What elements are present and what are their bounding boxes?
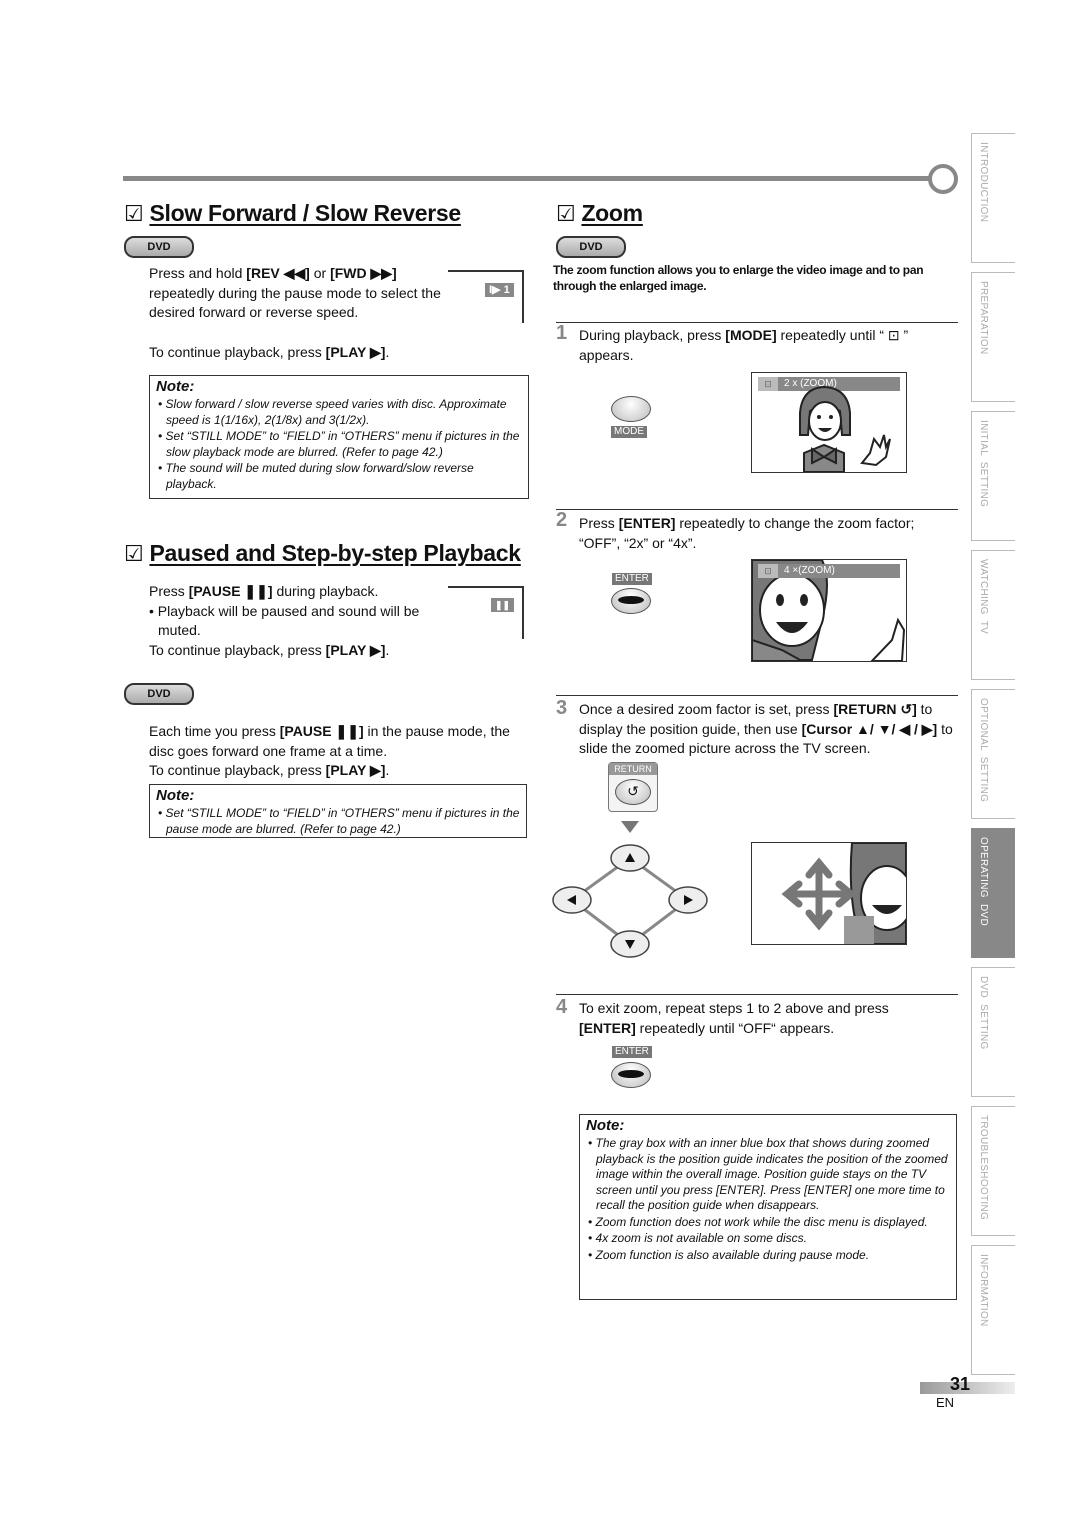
cursor-right-button[interactable] — [668, 886, 708, 914]
pause-osd-indicator: ❚❚ — [491, 598, 515, 612]
return-label: RETURN — [609, 763, 657, 775]
note-item: • The sound will be muted during slow fo… — [158, 461, 474, 491]
pause-osd-screen — [448, 586, 524, 639]
language-code: EN — [936, 1395, 955, 1410]
note-item: • Set “STILL MODE” to “FIELD” in “OTHERS… — [158, 806, 520, 836]
slow-note-box: Note: • Slow forward / slow reverse spee… — [149, 375, 529, 499]
arrow-down-indicator-icon — [621, 821, 639, 833]
cursor-left-button[interactable] — [552, 886, 592, 914]
slow-continue: To continue playback, press [PLAY ▶]. — [149, 344, 390, 360]
pan-arrows-icon — [781, 843, 906, 944]
side-tab-information[interactable]: INFORMATION — [971, 1245, 1015, 1375]
side-tab-watching-tv[interactable]: WATCHING TV — [971, 550, 1015, 680]
step-number: 4 — [556, 996, 568, 1018]
checkbox-icon: ☑ — [124, 541, 144, 566]
slow-instructions: Press and hold [REV ◀◀] or [FWD ▶▶] repe… — [149, 265, 441, 320]
step-1-text: During playback, press [MODE] repeatedly… — [579, 327, 909, 363]
step-2-text: Press [ENTER] repeatedly to change the z… — [579, 515, 915, 551]
side-tab-troubleshooting[interactable]: TROUBLESHOOTING — [971, 1106, 1015, 1236]
step-4-text: To exit zoom, repeat steps 1 to 2 above … — [579, 1000, 889, 1036]
paused-instructions: Press [PAUSE ❚❚] during playback. • Play… — [149, 583, 420, 658]
note-item: • Set “STILL MODE” to “FIELD” in “OTHERS… — [158, 429, 520, 459]
note-item: • Slow forward / slow reverse speed vari… — [158, 397, 507, 427]
zoom-section-title: ☑ Zoom — [556, 200, 643, 226]
slow-osd-indicator: I▶ 1 — [485, 283, 514, 297]
dvd-badge: DVD — [124, 236, 194, 258]
enter-label: ENTER — [612, 1046, 652, 1058]
side-tab-initial-setting[interactable]: INITIAL SETTING — [971, 411, 1015, 541]
zoom-osd-bar: ⊡ 4 ×(ZOOM) — [758, 564, 900, 578]
page-number: 31 — [950, 1374, 971, 1394]
tv-screen-pan — [751, 842, 907, 945]
note-item: • Zoom function does not work while the … — [588, 1214, 928, 1229]
step-divider — [556, 322, 958, 323]
slow-section-title: ☑ Slow Forward / Slow Reverse — [124, 200, 461, 226]
cursor-down-button[interactable] — [610, 930, 650, 958]
side-tab-dvd-setting[interactable]: DVD SETTING — [971, 967, 1015, 1097]
dvd-badge: DVD — [556, 236, 626, 258]
dvd-badge: DVD — [124, 683, 194, 705]
side-tab-preparation[interactable]: PREPARATION — [971, 272, 1015, 402]
step-divider — [556, 994, 958, 995]
checkbox-icon: ☑ — [556, 201, 576, 226]
step-number: 2 — [556, 509, 568, 531]
cursor-pad — [552, 821, 708, 958]
step-number: 1 — [556, 322, 568, 344]
side-tab-introduction[interactable]: INTRODUCTION — [971, 133, 1015, 263]
return-button[interactable]: ↺ — [615, 779, 651, 805]
checkbox-icon: ☑ — [124, 201, 144, 226]
enter-button[interactable] — [611, 1062, 651, 1088]
enter-label: ENTER — [612, 573, 652, 585]
note-item: • Zoom function is also available during… — [588, 1247, 870, 1262]
step-divider — [556, 695, 958, 696]
step-instructions: Each time you press [PAUSE ❚❚] in the pa… — [149, 723, 510, 778]
cursor-up-button[interactable] — [610, 844, 650, 872]
girl-illustration-icon — [799, 385, 891, 472]
zoom-note-box: Note: • The gray box with an inner blue … — [579, 1114, 957, 1300]
tv-screen-4x: ⊡ 4 ×(ZOOM) — [751, 559, 907, 662]
step-3-text: Once a desired zoom factor is set, press… — [579, 701, 953, 756]
return-icon: ↺ — [627, 784, 639, 800]
mode-label: MODE — [611, 426, 647, 438]
zoom-intro: The zoom function allows you to enlarge … — [553, 263, 924, 293]
header-rule-circle — [928, 164, 958, 194]
paused-section-title: ☑ Paused and Step-by-step Playback — [124, 540, 521, 566]
side-tab-operating-dvd[interactable]: OPERATING DVD — [971, 828, 1015, 958]
return-button-frame: RETURN ↺ — [608, 762, 658, 812]
step-number: 3 — [556, 697, 568, 719]
mode-button[interactable] — [611, 396, 651, 422]
enter-button[interactable] — [611, 588, 651, 614]
note-item: • 4x zoom is not available on some discs… — [588, 1231, 807, 1245]
header-rule — [123, 176, 933, 181]
note-item: • The gray box with an inner blue box th… — [588, 1136, 948, 1212]
paused-note-box: Note: • Set “STILL MODE” to “FIELD” in “… — [149, 784, 527, 838]
side-tab-optional-setting[interactable]: OPTIONAL SETTING — [971, 689, 1015, 819]
zoom-icon: ⊡ — [758, 564, 778, 578]
step-divider — [556, 509, 958, 510]
tv-screen-2x: ⊡ 2 x (ZOOM) — [751, 372, 907, 473]
